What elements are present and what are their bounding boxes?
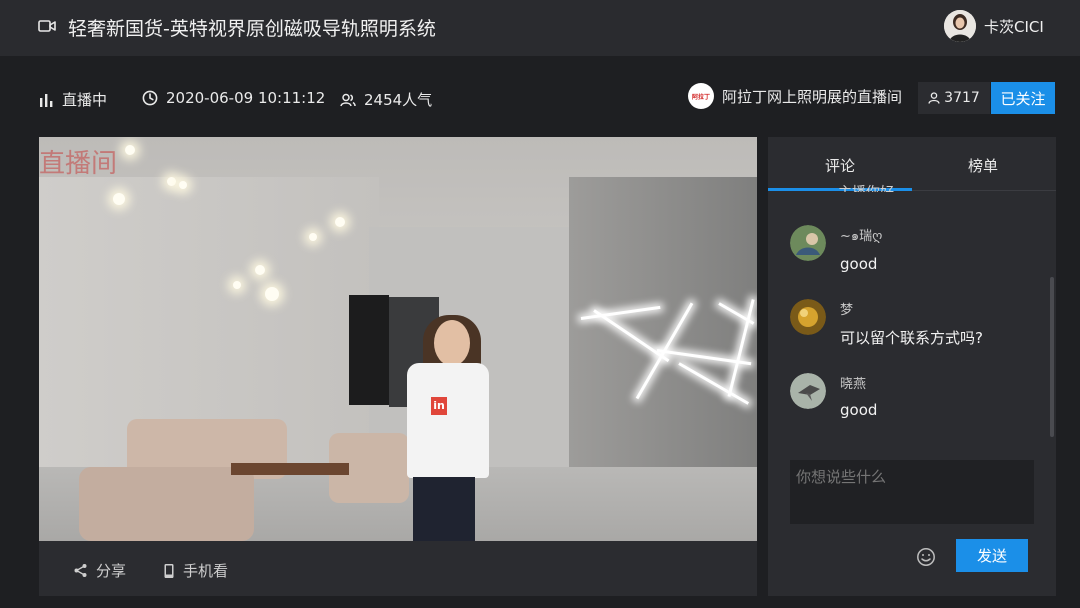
page-title: 轻奢新国货-英特视界原创磁吸导轨照明系统 xyxy=(68,18,436,40)
datetime-label: 2020-06-09 10:11:12 xyxy=(166,89,326,107)
tab-comments[interactable]: 评论 xyxy=(825,155,855,176)
comment-item: 梦 可以留个联系方式吗? xyxy=(790,299,983,348)
emoji-icon[interactable] xyxy=(916,547,936,567)
popularity-label: 2454人气 xyxy=(364,91,433,109)
users-icon xyxy=(340,93,356,106)
shirt-logo: in xyxy=(431,397,447,415)
commenter-name: ~๑瑞ღ xyxy=(840,229,883,244)
comment-item: 晓燕 good xyxy=(790,373,877,419)
video-door xyxy=(349,295,389,405)
watch-on-mobile-button[interactable]: 手机看 xyxy=(163,560,228,581)
comment-list[interactable]: ~๑瑞ღ good 梦 可以留个联系方式吗? 晓燕 good xyxy=(768,193,1056,449)
comment-item: ~๑瑞ღ good xyxy=(790,225,882,273)
mobile-phone-icon xyxy=(164,563,174,578)
live-status: 直播中 xyxy=(39,89,107,110)
presenter-shirt xyxy=(407,363,489,478)
top-bar: 轻奢新国货-英特视界原创磁吸导轨照明系统 卡茨CICI xyxy=(0,0,1080,56)
presenter-legs xyxy=(413,477,475,541)
room-logo: 阿拉丁 xyxy=(688,83,714,109)
follow-button[interactable]: 已关注 xyxy=(991,82,1055,114)
chandelier-bulb xyxy=(309,233,317,241)
chandelier-bulb xyxy=(265,287,279,301)
comment-text: good xyxy=(840,255,878,273)
side-panel: 评论 榜单 ~๑瑞ღ good 梦 可以留个联系方式吗? 晓燕 good 你想说… xyxy=(768,137,1056,596)
chandelier-bulb xyxy=(255,265,265,275)
comment-scrollbar[interactable] xyxy=(1050,277,1054,437)
live-datetime: 2020-06-09 10:11:12 xyxy=(142,89,325,107)
clipped-comment-text: 主播你好 xyxy=(838,182,894,192)
clock-icon xyxy=(142,90,158,106)
mobile-label: 手机看 xyxy=(183,562,229,580)
commenter-name: 梦 xyxy=(840,303,854,318)
presenter-face xyxy=(434,320,470,366)
chandelier-bulb xyxy=(233,281,241,289)
live-video-player[interactable]: in 直播间 xyxy=(39,137,757,541)
video-right-wall xyxy=(569,177,757,507)
video-coffee-table xyxy=(231,463,349,475)
chandelier-bulb xyxy=(167,177,176,186)
room-name[interactable]: 阿拉丁网上照明展的直播间 xyxy=(722,86,902,107)
chandelier-bulb xyxy=(125,145,135,155)
video-action-bar: 分享 手机看 xyxy=(39,541,757,596)
share-icon xyxy=(74,564,87,577)
live-info-bar: 直播中 2020-06-09 10:11:12 2454人气 阿拉丁 阿拉丁网上… xyxy=(0,56,1080,140)
commenter-avatar xyxy=(790,299,826,335)
person-icon xyxy=(928,92,940,104)
user-name[interactable]: 卡茨CICI xyxy=(984,16,1044,37)
commenter-avatar xyxy=(790,373,826,409)
commenter-avatar xyxy=(790,225,826,261)
share-button[interactable]: 分享 xyxy=(73,560,126,581)
tab-ranking[interactable]: 榜单 xyxy=(968,155,998,176)
chandelier-bulb xyxy=(335,217,345,227)
fans-count: 3717 xyxy=(918,82,990,114)
comment-text: 可以留个联系方式吗? xyxy=(840,329,983,347)
video-sofa-front xyxy=(79,467,254,541)
live-popularity: 2454人气 xyxy=(340,89,432,110)
send-button[interactable]: 发送 xyxy=(956,539,1028,572)
room-info[interactable]: 阿拉丁 阿拉丁网上照明展的直播间 xyxy=(688,83,902,109)
bar-chart-icon xyxy=(40,93,53,107)
chandelier-bulb xyxy=(179,181,187,189)
video-watermark: 直播间 xyxy=(39,149,118,179)
comment-text: good xyxy=(840,401,878,419)
live-status-label: 直播中 xyxy=(62,91,108,109)
chandelier-bulb xyxy=(113,193,125,205)
commenter-name: 晓燕 xyxy=(840,377,867,392)
comment-input[interactable] xyxy=(790,460,1034,524)
user-avatar[interactable] xyxy=(944,10,976,42)
fans-count-value: 3717 xyxy=(944,90,980,106)
share-label: 分享 xyxy=(96,562,127,580)
video-camera-icon xyxy=(38,20,56,32)
